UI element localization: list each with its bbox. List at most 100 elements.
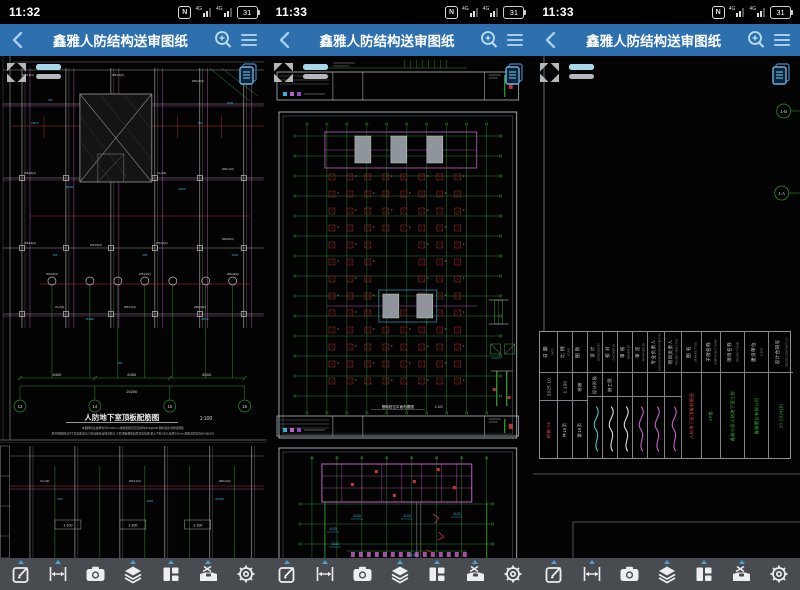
signal-icon-2: 4G xyxy=(749,7,766,17)
titleblock-value xyxy=(633,372,647,396)
zoom-search-icon[interactable] xyxy=(478,29,500,51)
battery-icon: 31 xyxy=(770,6,791,19)
titleblock-column: 设计合同号DESIGN CONTRACT NO.20-2024(8) xyxy=(768,332,793,458)
submenu-caret xyxy=(397,560,403,564)
svg-text:1-B: 1-B xyxy=(781,109,788,114)
svg-text:WKL1(3): WKL1(3) xyxy=(129,479,141,483)
settings-button[interactable] xyxy=(766,560,792,588)
menu-icon[interactable] xyxy=(771,29,793,51)
cad-viewport-1[interactable]: WKL1(3)WKL3(2)WKL5(3)WKL6(2)WKL8(3)KL2(2… xyxy=(0,56,267,558)
cad-drawing-slab-plan: WKL1(3)WKL3(2)WKL5(3)WKL6(2)WKL8(3)KL2(2… xyxy=(0,56,267,558)
menu-icon[interactable] xyxy=(238,29,260,51)
svg-text:KL2(2): KL2(2) xyxy=(55,305,64,309)
svg-text:WKL6(2): WKL6(2) xyxy=(139,272,151,276)
zoom-search-icon[interactable] xyxy=(745,29,767,51)
back-button[interactable] xyxy=(7,29,29,51)
settings-button[interactable] xyxy=(500,560,526,588)
layer-bars-icon[interactable] xyxy=(36,64,61,79)
titleblock-column: 审 核REVIEW BY xyxy=(617,332,632,458)
back-button[interactable] xyxy=(274,29,296,51)
toolbox-button[interactable] xyxy=(729,560,755,588)
layers-button[interactable] xyxy=(387,560,413,588)
bottom-toolbar xyxy=(533,558,800,590)
submenu-caret xyxy=(434,560,440,564)
svg-text:WKL5(3): WKL5(3) xyxy=(192,79,204,83)
titleblock-column: 校 对CHECKED BY施工图 xyxy=(602,332,617,458)
toolbox-button[interactable] xyxy=(195,560,221,588)
layer-bars-icon[interactable] xyxy=(569,64,594,79)
status-time: 11:32 xyxy=(9,5,41,19)
layers-button[interactable] xyxy=(654,560,680,588)
titleblock-value: 结施-16 xyxy=(540,400,557,458)
camera-button[interactable] xyxy=(83,560,109,588)
measure-tool-button[interactable] xyxy=(312,560,338,588)
notes-icon[interactable] xyxy=(235,61,260,91)
cad-viewport-3[interactable]: 1-B 1-A 日 期DATE2025.10结施-16比 例SCALE1:100… xyxy=(533,56,800,558)
menu-icon[interactable] xyxy=(504,29,526,51)
measure-tool-button[interactable] xyxy=(579,560,605,588)
layout-button[interactable] xyxy=(158,560,184,588)
fullscreen-icon[interactable] xyxy=(539,62,560,88)
titleblock-column: 图 别结施第16页 xyxy=(572,332,587,458)
titleblock-column: 子项名称SUBPROJECT NAME1#楼 xyxy=(701,332,720,458)
layout-button[interactable] xyxy=(691,560,717,588)
settings-button[interactable] xyxy=(233,560,259,588)
edit-tool-button[interactable] xyxy=(541,560,567,588)
submenu-caret xyxy=(205,560,211,564)
svg-text:JL03: JL03 xyxy=(453,512,461,516)
page-title: 鑫雅人防结构送审图纸 xyxy=(300,30,475,50)
svg-text:1-A: 1-A xyxy=(779,191,786,196)
cad-viewport-2[interactable]: 基础桩位平面布置图 1:100 JL03 JL03 JL03 xyxy=(267,56,534,558)
svg-text:8400: 8400 xyxy=(127,372,137,377)
fullscreen-icon[interactable] xyxy=(273,62,294,88)
submenu-caret xyxy=(664,560,670,564)
status-time: 11:33 xyxy=(276,5,308,19)
toolbox-button[interactable] xyxy=(462,560,488,588)
zoom-search-icon[interactable] xyxy=(212,29,234,51)
svg-text:250: 250 xyxy=(57,497,62,501)
submenu-caret xyxy=(472,560,478,564)
submenu-caret xyxy=(739,560,745,564)
signature xyxy=(588,396,602,458)
edit-tool-button[interactable] xyxy=(8,560,34,588)
titleblock-column: 项目名称PROJECT NAME鑫雅小区人防地下室工程 xyxy=(720,332,744,458)
nfc-icon: N xyxy=(712,6,725,19)
stair-core xyxy=(80,94,152,182)
measure-tool-button[interactable] xyxy=(45,560,71,588)
titleblock-value: 结施 xyxy=(573,372,587,400)
status-bar: 11:33 N 4G 4G 31 xyxy=(267,0,534,24)
svg-text:2Φ20: 2Φ20 xyxy=(178,187,186,191)
titleblock-value: 2025.10 xyxy=(540,372,557,400)
camera-button[interactable] xyxy=(616,560,642,588)
svg-text:2Φ20: 2Φ20 xyxy=(31,121,39,125)
edit-tool-button[interactable] xyxy=(274,560,300,588)
signal-icon-2: 4G xyxy=(216,7,233,17)
fullscreen-icon[interactable] xyxy=(6,62,27,88)
svg-text:(8400): (8400) xyxy=(66,185,75,189)
signature xyxy=(633,396,647,458)
svg-text:1-100: 1-100 xyxy=(128,523,137,527)
svg-text:150: 150 xyxy=(52,253,57,257)
nav-bar: 鑫雅人防结构送审图纸 xyxy=(267,24,534,56)
svg-text:WKL6(2): WKL6(2) xyxy=(24,171,36,175)
layout-button[interactable] xyxy=(424,560,450,588)
cad-drawing-sheet-edge: 1-B 1-A xyxy=(533,56,800,558)
camera-button[interactable] xyxy=(349,560,375,588)
beam-schedule-boxes: 1-100 1-100 1-100 xyxy=(55,520,211,529)
notes-icon[interactable] xyxy=(501,61,526,91)
bottom-toolbar xyxy=(267,558,534,590)
submenu-caret xyxy=(701,560,707,564)
svg-text:1500: 1500 xyxy=(231,253,238,257)
svg-text:8400: 8400 xyxy=(202,372,212,377)
layer-bars-icon[interactable] xyxy=(303,64,328,79)
status-bar: 11:32 N 4G 4G 31 xyxy=(0,0,267,24)
page-title: 鑫雅人防结构送审图纸 xyxy=(33,30,208,50)
sheet2-building xyxy=(322,464,472,502)
back-button[interactable] xyxy=(540,29,562,51)
screen: 11:32 N 4G 4G 31 鑫雅人防结构送审图纸 WKL1(3)WKL3(… xyxy=(0,0,800,590)
svg-text:8400: 8400 xyxy=(52,372,62,377)
notes-icon[interactable] xyxy=(768,61,793,91)
submenu-caret xyxy=(284,560,290,564)
layers-button[interactable] xyxy=(120,560,146,588)
phone-panel-1: 11:32 N 4G 4G 31 鑫雅人防结构送审图纸 WKL1(3)WKL3(… xyxy=(0,0,267,590)
